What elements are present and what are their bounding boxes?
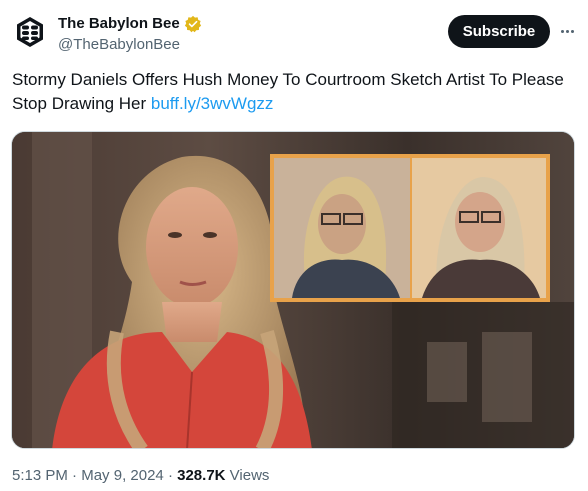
tweet-time[interactable]: 5:13 PM <box>12 467 68 484</box>
meta-separator: · <box>167 467 173 484</box>
more-dot <box>560 29 564 33</box>
subscribe-button[interactable]: Subscribe <box>448 15 550 48</box>
tweet-text: Stormy Daniels Offers Hush Money To Cour… <box>12 68 576 116</box>
tweet-body: Stormy Daniels Offers Hush Money To Cour… <box>12 70 564 113</box>
verified-badge-icon[interactable] <box>184 15 202 33</box>
tweet-date[interactable]: May 9, 2024 <box>81 467 164 484</box>
meta-separator: · <box>72 467 78 484</box>
display-name[interactable]: The Babylon Bee <box>58 15 180 33</box>
tweet-meta: 5:13 PM · May 9, 2024 · 328.7K Views <box>12 466 269 486</box>
more-icon[interactable] <box>558 22 576 40</box>
views-count: 328.7K <box>177 467 226 484</box>
tweet-header: The Babylon Bee @TheBabylonBee Subscribe <box>12 12 576 56</box>
tweet-link[interactable]: buff.ly/3wvWgzz <box>151 94 274 113</box>
views-label: Views <box>229 467 270 484</box>
more-dot <box>565 29 569 33</box>
more-dot <box>570 29 574 33</box>
account-info: The Babylon Bee @TheBabylonBee <box>58 15 202 54</box>
name-row: The Babylon Bee <box>58 15 202 33</box>
account-handle[interactable]: @TheBabylonBee <box>58 36 202 54</box>
photo-illustration <box>12 132 574 448</box>
avatar[interactable] <box>12 14 48 50</box>
tweet-media-image[interactable] <box>11 131 575 449</box>
bee-logo-icon <box>12 14 48 50</box>
